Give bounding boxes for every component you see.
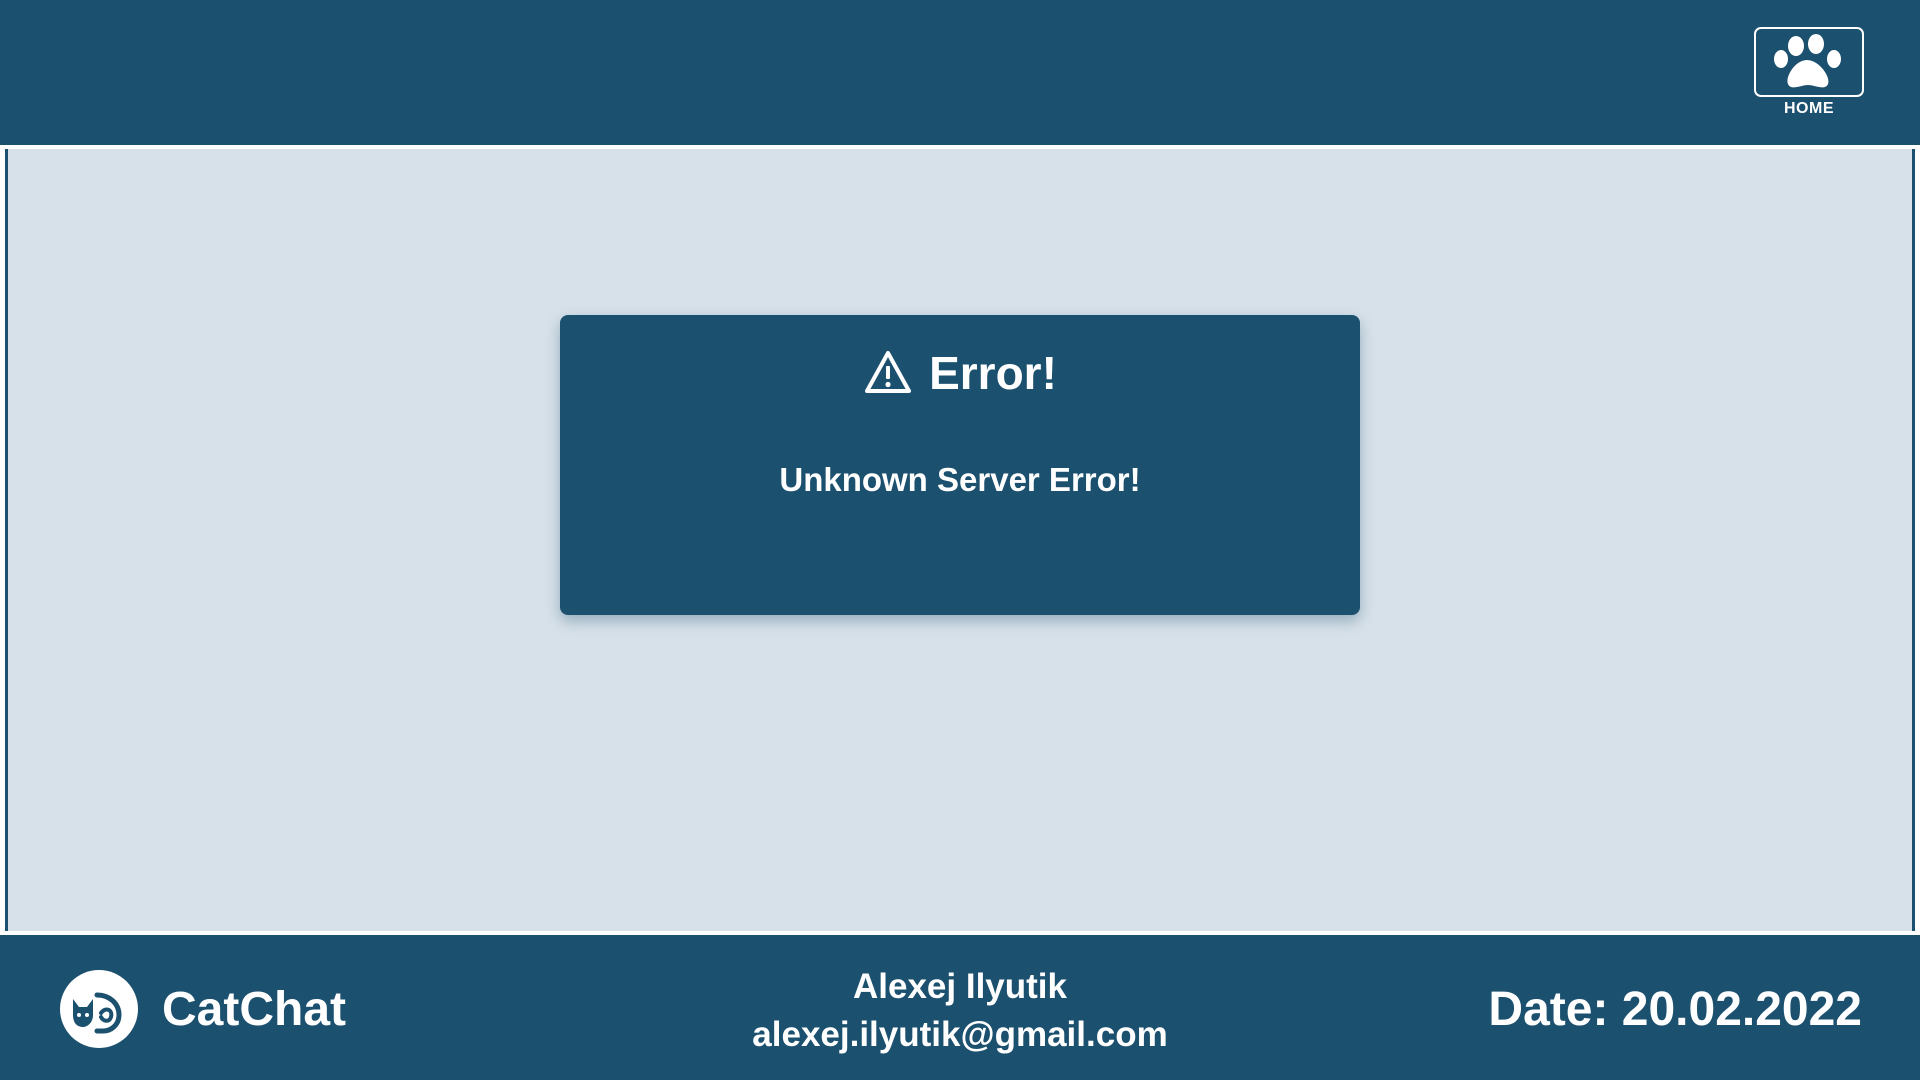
- error-title-row: Error!: [560, 343, 1360, 403]
- paw-icon: [1774, 34, 1841, 88]
- warning-triangle-icon: [865, 351, 912, 393]
- home-label[interactable]: HOME: [1784, 100, 1834, 118]
- error-title: Error!: [929, 347, 1057, 399]
- main-content: Error! Unknown Server Error!: [5, 149, 1915, 931]
- footer: CatChat Alexej Ilyutik alexej.ilyutik@gm…: [0, 935, 1920, 1080]
- date-label: Date: 20.02.2022: [1488, 983, 1862, 1036]
- error-dialog: Error! Unknown Server Error!: [560, 315, 1360, 615]
- top-header: HOME: [0, 0, 1920, 145]
- error-message: Unknown Server Error!: [779, 461, 1141, 498]
- home-button-frame[interactable]: [1754, 27, 1864, 97]
- home-button[interactable]: HOME: [1754, 27, 1864, 118]
